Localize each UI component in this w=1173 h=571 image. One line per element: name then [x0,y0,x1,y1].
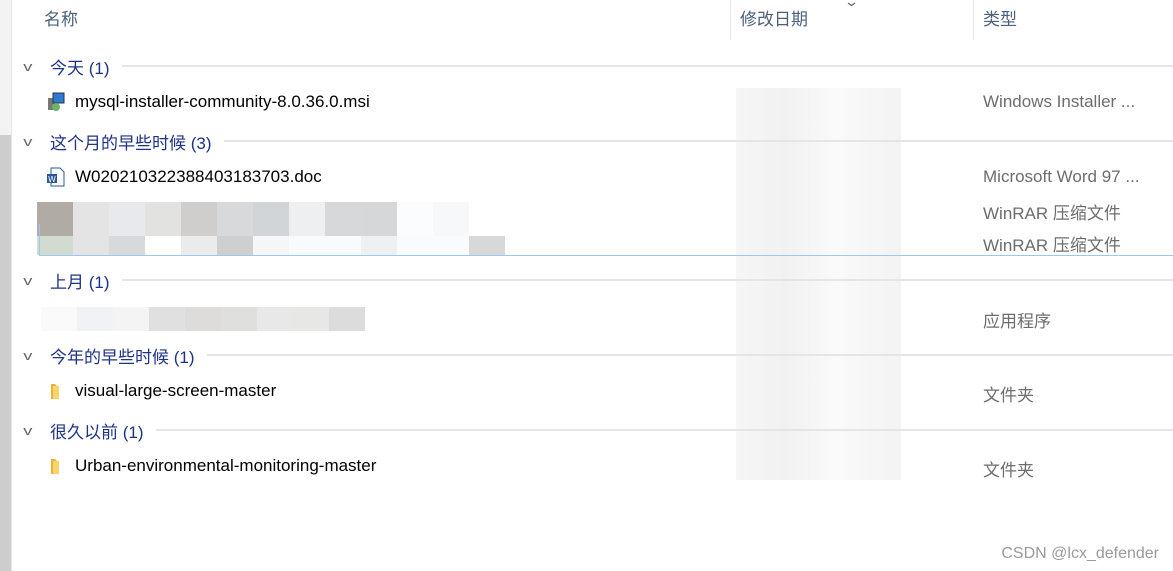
file-row[interactable]: visual-large-screen-master 文件夹 [0,376,1173,406]
group-label: 今天 (1) [50,58,110,78]
chevron-down-icon: v [23,58,33,74]
file-row[interactable]: 应用程序 [0,302,1173,332]
divider [121,65,1173,67]
group-label: 今年的早些时候 (1) [50,347,195,367]
group-header-last-month[interactable]: v 上月 (1) [23,267,1173,293]
group-label: 很久以前 (1) [50,422,144,442]
group-label: 这个月的早些时候 (3) [50,133,212,153]
chevron-down-icon: v [23,133,33,149]
group-header-long-ago[interactable]: v 很久以前 (1) [23,417,1173,443]
msi-installer-icon [48,92,65,111]
blurred-file-name [41,307,365,331]
divider [155,429,1173,431]
file-type: Windows Installer ... [983,92,1136,111]
chevron-down-icon: v [23,347,33,363]
file-name: visual-large-screen-master [75,381,277,400]
file-row[interactable]: mysql-installer-community-8.0.36.0.msi W… [0,87,1173,117]
group-header-this-year[interactable]: v 今年的早些时候 (1) [23,342,1173,368]
file-type: 应用程序 [983,312,1051,331]
file-name: W020210322388403183703.doc [75,167,322,186]
file-row[interactable]: WinRAR 压缩文件 [0,194,1173,236]
watermark: CSDN @lcx_defender [1001,545,1159,562]
group-label: 上月 (1) [50,272,110,292]
folder-icon [51,459,59,474]
sort-chevron-icon: ⌄ [843,0,860,9]
file-type: 文件夹 [983,386,1034,405]
file-name: Urban-environmental-monitoring-master [75,456,377,475]
file-type: WinRAR 压缩文件 [983,204,1121,223]
word-doc-icon: W [47,167,65,187]
column-header-name[interactable]: 名称 [44,0,78,40]
divider [223,140,1173,142]
group-header-today[interactable]: v 今天 (1) [23,53,1173,79]
file-type: Microsoft Word 97 ... [983,167,1140,186]
column-header-type[interactable]: 类型 [983,0,1017,40]
file-name: mysql-installer-community-8.0.36.0.msi [75,92,370,111]
column-divider[interactable] [730,0,731,40]
divider [206,354,1173,356]
chevron-down-icon: v [23,272,33,288]
folder-icon [51,384,59,399]
column-header-modified[interactable]: 修改日期 [740,0,808,40]
chevron-down-icon: v [23,422,33,438]
file-type: 文件夹 [983,461,1034,480]
group-header-this-month[interactable]: v 这个月的早些时候 (3) [23,128,1173,154]
column-divider[interactable] [973,0,974,40]
file-row[interactable]: W W020210322388403183703.doc Microsoft W… [0,162,1173,192]
file-row[interactable]: Urban-environmental-monitoring-master 文件… [0,451,1173,481]
divider [121,279,1173,281]
focus-outline [39,224,1173,256]
svg-text:W: W [48,175,56,184]
